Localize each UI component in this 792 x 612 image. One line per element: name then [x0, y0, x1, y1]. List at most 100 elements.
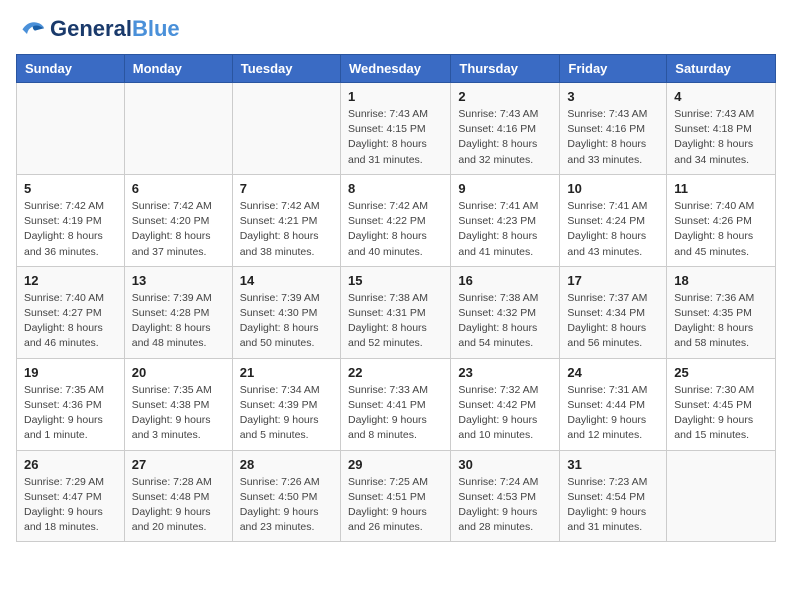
day-info: Sunrise: 7:43 AM Sunset: 4:18 PM Dayligh…: [674, 107, 768, 168]
day-number: 26: [24, 457, 117, 472]
day-info: Sunrise: 7:38 AM Sunset: 4:32 PM Dayligh…: [458, 291, 552, 352]
calendar-cell: 31Sunrise: 7:23 AM Sunset: 4:54 PM Dayli…: [560, 450, 667, 542]
calendar-week-row: 12 Sunrise: 7:40 AM Sunset: 4:27 PM Dayli…: [17, 266, 776, 358]
day-number: 25: [674, 365, 768, 380]
weekday-header-tuesday: Tuesday: [232, 55, 340, 83]
day-number: 24: [567, 365, 659, 380]
calendar-cell: 11Sunrise: 7:40 AM Sunset: 4:26 PM Dayli…: [667, 174, 776, 266]
weekday-header-wednesday: Wednesday: [340, 55, 450, 83]
day-number: 11: [674, 181, 768, 196]
calendar-cell: 25 Sunrise: 7:30 AM Sunset: 4:45 PM Dayli…: [667, 358, 776, 450]
day-info: Sunrise: 7:25 AM Sunset: 4:51 PM Dayligh…: [348, 475, 443, 536]
calendar-week-row: 1 Sunrise: 7:43 AM Sunset: 4:15 PM Daylig…: [17, 83, 776, 175]
day-number: 23: [458, 365, 552, 380]
calendar-cell: 8 Sunrise: 7:42 AM Sunset: 4:22 PM Daylig…: [340, 174, 450, 266]
day-number: 6: [132, 181, 225, 196]
logo: GeneralBlue: [16, 16, 180, 42]
day-info: Sunrise: 7:37 AM Sunset: 4:34 PM Dayligh…: [567, 291, 659, 352]
calendar-cell: 5 Sunrise: 7:42 AM Sunset: 4:19 PM Daylig…: [17, 174, 125, 266]
calendar-cell: 2 Sunrise: 7:43 AM Sunset: 4:16 PM Daylig…: [451, 83, 560, 175]
day-info: Sunrise: 7:38 AM Sunset: 4:31 PM Dayligh…: [348, 291, 443, 352]
day-info: Sunrise: 7:39 AM Sunset: 4:30 PM Dayligh…: [240, 291, 333, 352]
calendar-cell: 24 Sunrise: 7:31 AM Sunset: 4:44 PM Dayli…: [560, 358, 667, 450]
day-info: Sunrise: 7:42 AM Sunset: 4:19 PM Dayligh…: [24, 199, 117, 260]
calendar-cell: [667, 450, 776, 542]
day-info: Sunrise: 7:36 AM Sunset: 4:35 PM Dayligh…: [674, 291, 768, 352]
day-info: Sunrise: 7:43 AM Sunset: 4:15 PM Dayligh…: [348, 107, 443, 168]
day-info: Sunrise: 7:42 AM Sunset: 4:20 PM Dayligh…: [132, 199, 225, 260]
calendar-cell: 10 Sunrise: 7:41 AM Sunset: 4:24 PM Dayli…: [560, 174, 667, 266]
day-number: 14: [240, 273, 333, 288]
calendar-cell: 1 Sunrise: 7:43 AM Sunset: 4:15 PM Daylig…: [340, 83, 450, 175]
day-info: Sunrise: 7:34 AM Sunset: 4:39 PM Dayligh…: [240, 383, 333, 444]
calendar-cell: 26 Sunrise: 7:29 AM Sunset: 4:47 PM Dayli…: [17, 450, 125, 542]
day-number: 21: [240, 365, 333, 380]
day-info: Sunrise: 7:31 AM Sunset: 4:44 PM Dayligh…: [567, 383, 659, 444]
day-info: Sunrise: 7:30 AM Sunset: 4:45 PM Dayligh…: [674, 383, 768, 444]
day-number: 19: [24, 365, 117, 380]
day-number: 15: [348, 273, 443, 288]
calendar-table: SundayMondayTuesdayWednesdayThursdayFrid…: [16, 54, 776, 542]
calendar-cell: 6 Sunrise: 7:42 AM Sunset: 4:20 PM Daylig…: [124, 174, 232, 266]
day-number: 22: [348, 365, 443, 380]
day-info: Sunrise: 7:43 AM Sunset: 4:16 PM Dayligh…: [567, 107, 659, 168]
calendar-cell: 27Sunrise: 7:28 AM Sunset: 4:48 PM Dayli…: [124, 450, 232, 542]
day-info: Sunrise: 7:43 AM Sunset: 4:16 PM Dayligh…: [458, 107, 552, 168]
day-info: Sunrise: 7:26 AM Sunset: 4:50 PM Dayligh…: [240, 475, 333, 536]
day-info: Sunrise: 7:24 AM Sunset: 4:53 PM Dayligh…: [458, 475, 552, 536]
day-number: 28: [240, 457, 333, 472]
calendar-cell: 30 Sunrise: 7:24 AM Sunset: 4:53 PM Dayli…: [451, 450, 560, 542]
calendar-cell: [232, 83, 340, 175]
page-header: GeneralBlue: [16, 16, 776, 42]
day-number: 29: [348, 457, 443, 472]
logo-general-text: General: [50, 16, 132, 41]
calendar-cell: 29 Sunrise: 7:25 AM Sunset: 4:51 PM Dayli…: [340, 450, 450, 542]
day-number: 17: [567, 273, 659, 288]
calendar-cell: 7 Sunrise: 7:42 AM Sunset: 4:21 PM Daylig…: [232, 174, 340, 266]
day-info: Sunrise: 7:40 AM Sunset: 4:27 PM Dayligh…: [24, 291, 117, 352]
day-number: 1: [348, 89, 443, 104]
day-info: Sunrise: 7:32 AM Sunset: 4:42 PM Dayligh…: [458, 383, 552, 444]
day-info: Sunrise: 7:28 AM Sunset: 4:48 PM Dayligh…: [132, 475, 225, 536]
calendar-cell: 12 Sunrise: 7:40 AM Sunset: 4:27 PM Dayli…: [17, 266, 125, 358]
calendar-cell: 21 Sunrise: 7:34 AM Sunset: 4:39 PM Dayli…: [232, 358, 340, 450]
weekday-header-thursday: Thursday: [451, 55, 560, 83]
day-number: 31: [567, 457, 659, 472]
day-number: 20: [132, 365, 225, 380]
weekday-header-friday: Friday: [560, 55, 667, 83]
day-info: Sunrise: 7:39 AM Sunset: 4:28 PM Dayligh…: [132, 291, 225, 352]
day-info: Sunrise: 7:41 AM Sunset: 4:23 PM Dayligh…: [458, 199, 552, 260]
calendar-week-row: 5 Sunrise: 7:42 AM Sunset: 4:19 PM Daylig…: [17, 174, 776, 266]
calendar-cell: 15 Sunrise: 7:38 AM Sunset: 4:31 PM Dayli…: [340, 266, 450, 358]
day-info: Sunrise: 7:42 AM Sunset: 4:22 PM Dayligh…: [348, 199, 443, 260]
calendar-cell: 22 Sunrise: 7:33 AM Sunset: 4:41 PM Dayli…: [340, 358, 450, 450]
day-info: Sunrise: 7:33 AM Sunset: 4:41 PM Dayligh…: [348, 383, 443, 444]
day-number: 2: [458, 89, 552, 104]
day-number: 9: [458, 181, 552, 196]
calendar-cell: 4 Sunrise: 7:43 AM Sunset: 4:18 PM Daylig…: [667, 83, 776, 175]
calendar-week-row: 19 Sunrise: 7:35 AM Sunset: 4:36 PM Dayli…: [17, 358, 776, 450]
calendar-cell: 19 Sunrise: 7:35 AM Sunset: 4:36 PM Dayli…: [17, 358, 125, 450]
calendar-cell: 18Sunrise: 7:36 AM Sunset: 4:35 PM Dayli…: [667, 266, 776, 358]
calendar-week-row: 26 Sunrise: 7:29 AM Sunset: 4:47 PM Dayli…: [17, 450, 776, 542]
calendar-cell: 14 Sunrise: 7:39 AM Sunset: 4:30 PM Dayli…: [232, 266, 340, 358]
weekday-header-monday: Monday: [124, 55, 232, 83]
day-number: 12: [24, 273, 117, 288]
day-number: 8: [348, 181, 443, 196]
calendar-cell: 16Sunrise: 7:38 AM Sunset: 4:32 PM Dayli…: [451, 266, 560, 358]
day-number: 5: [24, 181, 117, 196]
day-number: 3: [567, 89, 659, 104]
day-number: 7: [240, 181, 333, 196]
calendar-cell: 9 Sunrise: 7:41 AM Sunset: 4:23 PM Daylig…: [451, 174, 560, 266]
day-info: Sunrise: 7:29 AM Sunset: 4:47 PM Dayligh…: [24, 475, 117, 536]
calendar-cell: 20Sunrise: 7:35 AM Sunset: 4:38 PM Dayli…: [124, 358, 232, 450]
weekday-header-saturday: Saturday: [667, 55, 776, 83]
calendar-cell: 3 Sunrise: 7:43 AM Sunset: 4:16 PM Daylig…: [560, 83, 667, 175]
day-number: 4: [674, 89, 768, 104]
day-number: 10: [567, 181, 659, 196]
day-number: 30: [458, 457, 552, 472]
calendar-cell: 13Sunrise: 7:39 AM Sunset: 4:28 PM Dayli…: [124, 266, 232, 358]
day-info: Sunrise: 7:35 AM Sunset: 4:36 PM Dayligh…: [24, 383, 117, 444]
day-info: Sunrise: 7:41 AM Sunset: 4:24 PM Dayligh…: [567, 199, 659, 260]
day-info: Sunrise: 7:42 AM Sunset: 4:21 PM Dayligh…: [240, 199, 333, 260]
